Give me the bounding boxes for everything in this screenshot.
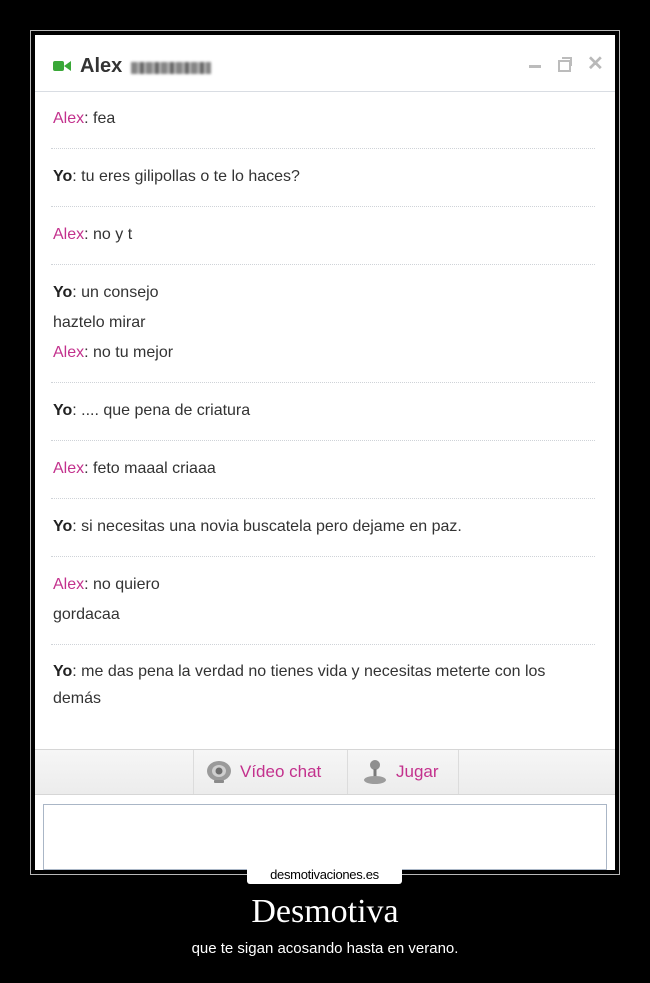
message-line: Alex: fea — [53, 110, 116, 127]
message-line: Yo: tu eres gilipollas o te lo haces? — [53, 168, 300, 185]
message-text: haztelo mirar — [53, 314, 146, 331]
contact-name: Alex — [80, 55, 123, 77]
video-chat-label: Vídeo chat — [240, 762, 322, 781]
poster-title: Desmotiva — [251, 893, 399, 930]
poster-frame: Alex ✕ Alex: fea Yo: tu eres gilipollas o… — [30, 30, 620, 875]
joystick-icon — [364, 760, 386, 784]
message-line: Yo: .... que pena de criatura — [53, 402, 251, 419]
message-sender: Yo — [53, 402, 73, 419]
message-line: Yo: un consejo — [53, 284, 159, 301]
window-controls: ✕ — [527, 54, 604, 74]
message-sender: Yo — [53, 284, 73, 301]
message-text: gordacaa — [53, 606, 120, 623]
message-text: no y t — [93, 226, 133, 243]
chat-window: Alex ✕ Alex: fea Yo: tu eres gilipollas o… — [35, 35, 615, 870]
video-camera-icon — [53, 61, 71, 71]
message-sender: Alex — [53, 460, 85, 477]
message-text: no tu mejor — [93, 344, 174, 361]
message-text: si necesitas una novia buscatela pero de… — [81, 518, 462, 535]
message-sender: Alex — [53, 110, 85, 127]
message-text: .... que pena de criatura — [81, 402, 251, 419]
restore-icon[interactable] — [557, 56, 573, 72]
minimize-icon[interactable] — [527, 56, 543, 72]
message-text: me das pena la verdad no tienes vida y n… — [53, 663, 546, 707]
message-line: gordacaa — [53, 600, 593, 630]
chat-titlebar: Alex ✕ — [35, 35, 615, 92]
message-sender: Yo — [53, 663, 73, 680]
message-block: Alex: fea — [51, 91, 595, 149]
message-block: Alex: no quiero gordacaa — [51, 557, 595, 645]
message-line: Alex: no tu mejor — [53, 344, 174, 361]
message-line: Alex: feto maaal criaaa — [53, 460, 216, 477]
webcam-icon — [207, 761, 231, 783]
message-sender: Alex — [53, 226, 85, 243]
message-sender: Yo — [53, 168, 73, 185]
site-watermark: desmotivaciones.es — [247, 866, 402, 884]
message-line: Yo: me das pena la verdad no tienes vida… — [53, 663, 546, 707]
poster-subtitle: que te sigan acosando hasta en verano. — [191, 940, 459, 957]
message-block: Alex: no y t — [51, 207, 595, 265]
message-input[interactable] — [43, 804, 607, 870]
message-text: un consejo — [81, 284, 159, 301]
message-block: Yo: me das pena la verdad no tienes vida… — [51, 645, 595, 726]
message-block: Alex: feto maaal criaaa — [51, 441, 595, 499]
message-block: Yo: un consejo haztelo mirar Alex: no tu m… — [51, 265, 595, 383]
message-line: Alex: no y t — [53, 226, 133, 243]
message-block: Yo: si necesitas una novia buscatela per… — [51, 499, 595, 557]
message-text: fea — [93, 110, 116, 127]
message-text: no quiero — [93, 576, 160, 593]
chat-action-bar: Vídeo chat Jugar — [35, 749, 615, 795]
blurred-surname — [131, 62, 211, 74]
play-button[interactable]: Jugar — [347, 750, 459, 794]
message-block: Yo: .... que pena de criatura — [51, 383, 595, 441]
message-text: tu eres gilipollas o te lo haces? — [81, 168, 300, 185]
play-label: Jugar — [396, 762, 439, 781]
message-text: feto maaal criaaa — [93, 460, 216, 477]
message-line: Yo: si necesitas una novia buscatela per… — [53, 518, 462, 535]
message-list: Alex: fea Yo: tu eres gilipollas o te lo … — [51, 91, 595, 726]
message-line: haztelo mirar — [53, 308, 593, 338]
video-chat-button[interactable]: Vídeo chat — [193, 750, 347, 794]
message-sender: Yo — [53, 518, 73, 535]
message-block: Yo: tu eres gilipollas o te lo haces? — [51, 149, 595, 207]
message-line: Alex: no quiero — [53, 576, 160, 593]
close-icon[interactable]: ✕ — [587, 54, 604, 74]
message-sender: Alex — [53, 576, 85, 593]
message-sender: Alex — [53, 344, 85, 361]
